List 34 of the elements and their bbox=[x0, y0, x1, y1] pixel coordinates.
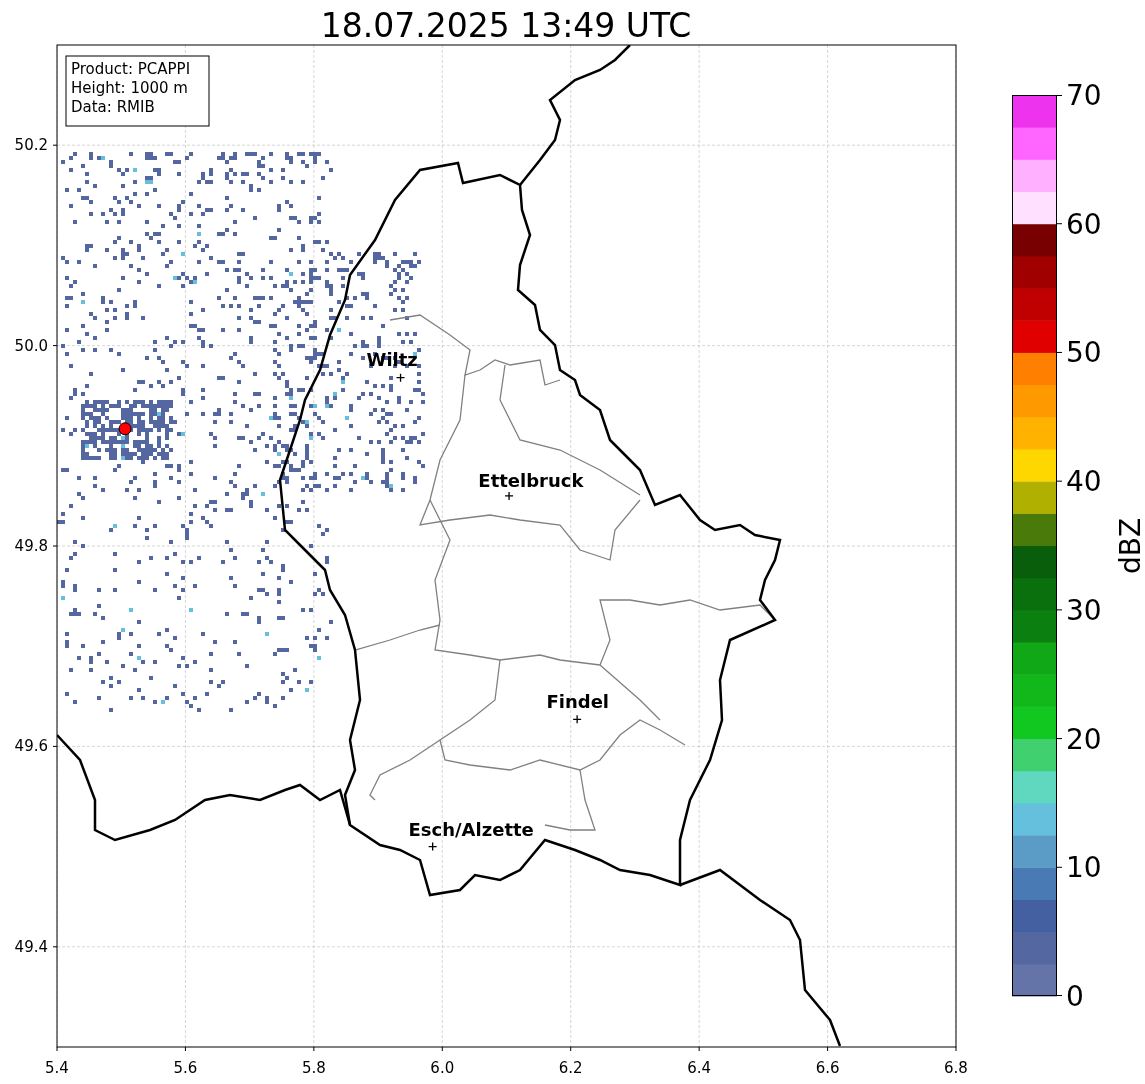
axis-tick-label: 49.8 bbox=[14, 537, 48, 555]
info-text: Product: PCAPPI bbox=[71, 60, 191, 78]
colorbar-tick-label: 10 bbox=[1066, 851, 1102, 885]
axis-tick-label: 6.2 bbox=[558, 1059, 583, 1077]
chart-title: 18.07.2025 13:49 UTC bbox=[320, 6, 692, 45]
axis-tick-label: 5.4 bbox=[45, 1059, 69, 1077]
colorbar-tick-label: 60 bbox=[1066, 207, 1102, 241]
axis-tick-label: 49.4 bbox=[14, 937, 48, 956]
axis-tick-label: 6.0 bbox=[430, 1059, 455, 1077]
city-label: Findel bbox=[546, 691, 610, 713]
colorbar-tick-label: 30 bbox=[1066, 593, 1102, 627]
axis-tick-label: 50.2 bbox=[14, 136, 48, 155]
colorbar-tick-label: 0 bbox=[1066, 980, 1084, 1013]
axis-tick-label: 5.6 bbox=[173, 1059, 198, 1077]
radar-site-marker bbox=[118, 422, 132, 436]
colorbar-tick-label: 70 bbox=[1066, 79, 1102, 112]
axis-tick-label: 49.6 bbox=[14, 737, 48, 756]
axis-tick-label: 6.8 bbox=[944, 1059, 968, 1077]
city-marker bbox=[395, 373, 406, 383]
axis-tick-label: 6.6 bbox=[815, 1059, 840, 1077]
colorbar-title: dBZ bbox=[1114, 517, 1145, 575]
info-text: Height: 1000 m bbox=[71, 79, 188, 97]
colorbar-tick-label: 50 bbox=[1066, 336, 1102, 370]
axis-tick-label: 6.4 bbox=[687, 1059, 712, 1077]
colorbar-tick-label: 40 bbox=[1066, 465, 1102, 499]
city-marker bbox=[504, 491, 514, 501]
city-marker bbox=[572, 714, 582, 724]
axis-tick-label: 5.8 bbox=[301, 1059, 326, 1077]
city-label: Esch/Alzette bbox=[408, 818, 534, 840]
info-text: Data: RMIB bbox=[71, 98, 155, 116]
colorbar-tick-label: 20 bbox=[1066, 722, 1102, 756]
axis-tick-label: 50.0 bbox=[14, 336, 48, 355]
city-marker bbox=[428, 841, 438, 852]
city-label: Ettelbruck bbox=[478, 469, 584, 491]
